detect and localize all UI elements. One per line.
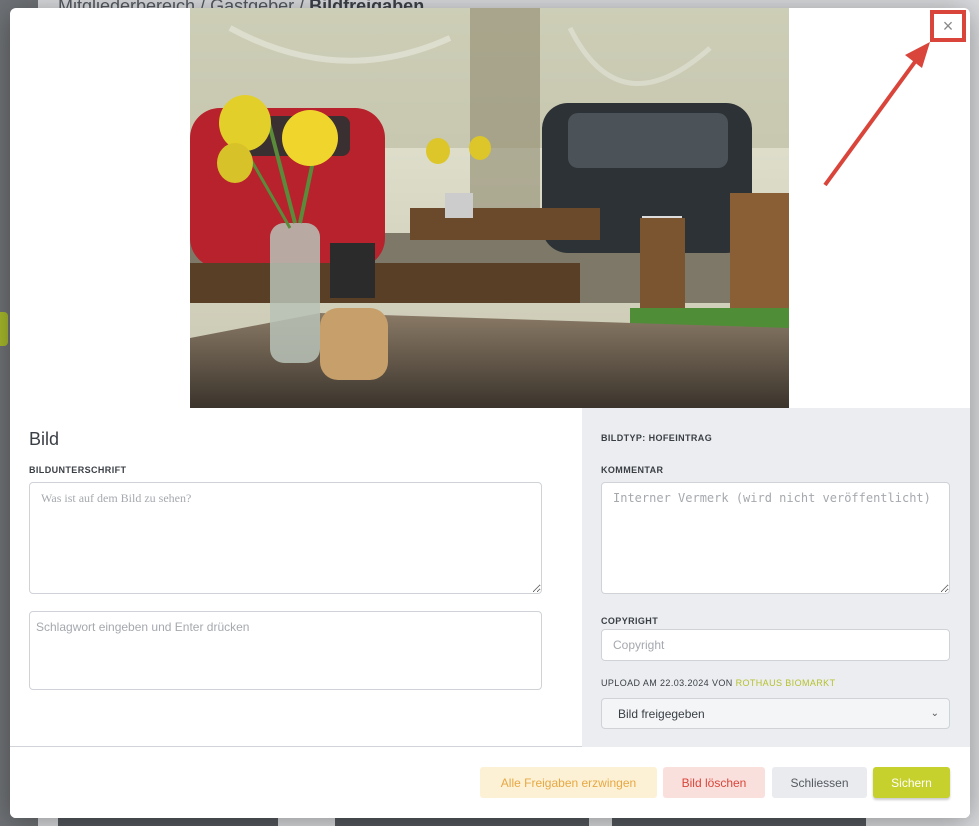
save-button[interactable]: Sichern: [873, 767, 950, 798]
section-title: Bild: [29, 429, 60, 449]
comment-label: KOMMENTAR: [601, 465, 664, 475]
chevron-down-icon: ⌄: [930, 708, 939, 719]
admin-panel: BILDTYP: HOFEINTRAG KOMMENTAR COPYRIGHT …: [582, 408, 970, 747]
upload-info: UPLOAD AM 22.03.2024 VON ROTHAUS BIOMARK…: [601, 678, 836, 688]
side-tab[interactable]: [0, 312, 8, 346]
tags-placeholder: Schlagwort eingeben und Enter drücken: [36, 620, 250, 634]
status-value: Bild freigegeben: [618, 706, 705, 721]
caption-textarea[interactable]: [29, 482, 542, 594]
upload-user-link[interactable]: ROTHAUS BIOMARKT: [736, 678, 836, 688]
preview-image: [190, 8, 789, 408]
copyright-input[interactable]: [601, 629, 950, 661]
copyright-label: COPYRIGHT: [601, 616, 659, 626]
comment-textarea[interactable]: [601, 482, 950, 594]
modal-footer: Alle Freigaben erzwingen Bild löschen Sc…: [10, 747, 970, 818]
upload-text: UPLOAD AM 22.03.2024 VON: [601, 678, 733, 688]
image-details-panel: Bild BILDUNTERSCHRIFT Schlagwort eingebe…: [10, 408, 582, 747]
force-all-approvals-button[interactable]: Alle Freigaben erzwingen: [480, 767, 657, 798]
caption-label: BILDUNTERSCHRIFT: [29, 465, 127, 475]
status-select[interactable]: Bild freigegeben ⌄: [601, 698, 950, 729]
tags-input[interactable]: Schlagwort eingeben und Enter drücken: [29, 611, 542, 690]
delete-image-button[interactable]: Bild löschen: [663, 767, 765, 798]
image-type-label: BILDTYP: HOFEINTRAG: [601, 433, 713, 443]
close-button[interactable]: Schliessen: [772, 767, 867, 798]
annotation-arrow: [823, 42, 930, 187]
